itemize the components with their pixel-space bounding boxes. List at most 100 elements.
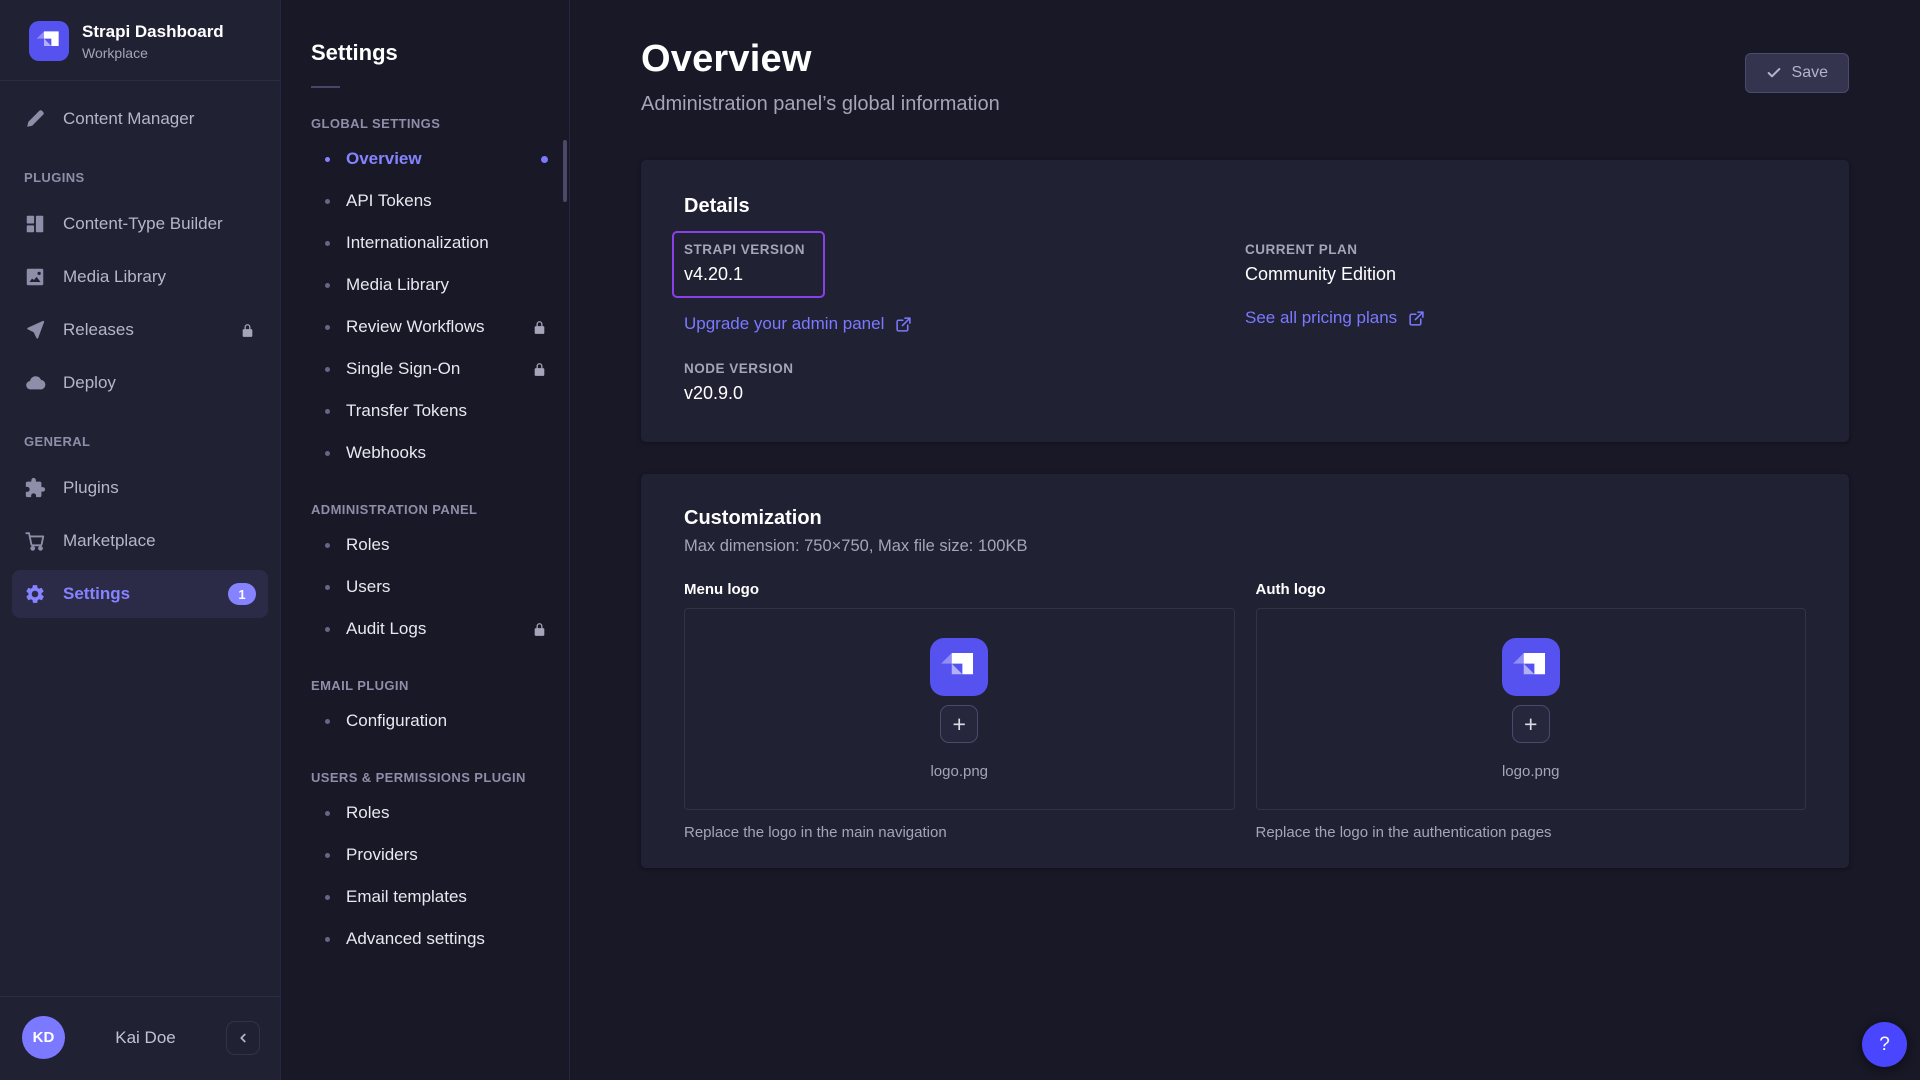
settings-item-providers[interactable]: Providers xyxy=(281,834,569,876)
settings-title-divider xyxy=(311,86,340,88)
save-button[interactable]: Save xyxy=(1745,53,1849,93)
bullet-icon xyxy=(325,853,330,858)
settings-section-label-global-settings: GLOBAL SETTINGS xyxy=(311,116,541,131)
settings-item-transfer-tokens[interactable]: Transfer Tokens xyxy=(281,390,569,432)
strapi-logo-icon xyxy=(1502,638,1560,696)
sidebar-item-content-manager[interactable]: Content Manager xyxy=(12,95,268,143)
workspace-title: Strapi Dashboard xyxy=(82,22,224,42)
sidebar-item-deploy[interactable]: Deploy xyxy=(12,359,268,407)
bullet-icon xyxy=(325,409,330,414)
sidebar-item-plugins[interactable]: Plugins xyxy=(12,464,268,512)
settings-item-internationalization[interactable]: Internationalization xyxy=(281,222,569,264)
settings-item-label: Advanced settings xyxy=(346,929,485,949)
main-sidebar: Strapi Dashboard Workplace Content Manag… xyxy=(0,0,281,1080)
check-icon xyxy=(1766,65,1782,81)
collapse-sidebar-button[interactable] xyxy=(226,1021,260,1055)
bullet-icon xyxy=(325,325,330,330)
page-header-text: Overview Administration panel’s global i… xyxy=(641,38,1000,116)
details-heading: Details xyxy=(684,195,1806,218)
strapi-version-value: v4.20.1 xyxy=(684,264,805,285)
sidebar-item-label: Plugins xyxy=(63,478,119,498)
settings-item-label: Overview xyxy=(346,149,422,169)
lock-icon xyxy=(531,621,548,638)
sidebar-item-label: Releases xyxy=(63,320,134,340)
bullet-icon xyxy=(325,283,330,288)
settings-item-advanced-settings[interactable]: Advanced settings xyxy=(281,918,569,960)
scrollbar-thumb[interactable] xyxy=(563,140,567,202)
settings-item-label: Media Library xyxy=(346,275,449,295)
sidebar-item-releases[interactable]: Releases xyxy=(12,306,268,354)
settings-sidebar: Settings GLOBAL SETTINGS Overview API Toke… xyxy=(281,0,570,1080)
user-name: Kai Doe xyxy=(65,1028,226,1048)
bullet-icon xyxy=(325,199,330,204)
settings-item-email-templates[interactable]: Email templates xyxy=(281,876,569,918)
settings-item-api-tokens[interactable]: API Tokens xyxy=(281,180,569,222)
upgrade-admin-panel-link[interactable]: Upgrade your admin panel xyxy=(684,314,912,334)
settings-item-label: Review Workflows xyxy=(346,317,485,337)
marketplace-icon xyxy=(24,530,46,552)
settings-item-webhooks[interactable]: Webhooks xyxy=(281,432,569,474)
settings-nav-sections: GLOBAL SETTINGS Overview API TokensInterna… xyxy=(281,116,569,960)
settings-item-review-workflows[interactable]: Review Workflows xyxy=(281,306,569,348)
settings-item-label: Single Sign-On xyxy=(346,359,460,379)
bullet-icon xyxy=(325,719,330,724)
sidebar-item-media-library[interactable]: Media Library xyxy=(12,253,268,301)
plus-icon: + xyxy=(1524,713,1537,736)
bullet-icon xyxy=(325,241,330,246)
settings-item-users[interactable]: Users xyxy=(281,566,569,608)
releases-icon xyxy=(24,319,46,341)
settings-item-label: Users xyxy=(346,577,390,597)
settings-item-roles[interactable]: Roles xyxy=(281,792,569,834)
sidebar-item-content-type-builder[interactable]: Content-Type Builder xyxy=(12,200,268,248)
nav-section-label-plugins: PLUGINS xyxy=(24,170,256,185)
workspace-brand[interactable]: Strapi Dashboard Workplace xyxy=(0,0,280,80)
node-version-value: v20.9.0 xyxy=(684,383,1245,404)
settings-sidebar-title: Settings xyxy=(311,40,569,66)
add-logo-button[interactable]: + xyxy=(1512,705,1550,743)
sidebar-item-marketplace[interactable]: Marketplace xyxy=(12,517,268,565)
bullet-icon xyxy=(325,585,330,590)
upgrade-link-label: Upgrade your admin panel xyxy=(684,314,884,334)
sidebar-item-label: Deploy xyxy=(63,373,116,393)
settings-item-overview[interactable]: Overview xyxy=(281,138,569,180)
sidebar-item-label: Content Manager xyxy=(63,109,194,129)
pricing-link-label: See all pricing plans xyxy=(1245,308,1397,328)
settings-item-media-library[interactable]: Media Library xyxy=(281,264,569,306)
bullet-icon xyxy=(325,543,330,548)
deploy-icon xyxy=(24,372,46,394)
settings-item-label: Roles xyxy=(346,803,389,823)
customization-subheading: Max dimension: 750×750, Max file size: 1… xyxy=(684,537,1806,556)
notification-dot xyxy=(541,156,548,163)
strapi-logo-icon xyxy=(29,21,69,61)
help-button[interactable]: ? xyxy=(1862,1022,1907,1067)
settings-item-audit-logs[interactable]: Audit Logs xyxy=(281,608,569,650)
sidebar-item-settings[interactable]: Settings 1 xyxy=(12,570,268,618)
node-version-label: NODE VERSION xyxy=(684,361,1245,376)
sidebar-item-label: Settings xyxy=(63,584,130,604)
logos-grid: Menu logo + logo.png xyxy=(684,581,1806,841)
settings-item-roles[interactable]: Roles xyxy=(281,524,569,566)
menu-logo-uploader[interactable]: + logo.png xyxy=(684,608,1235,810)
settings-item-label: Webhooks xyxy=(346,443,426,463)
strapi-version-highlight-box: STRAPI VERSION v4.20.1 xyxy=(672,231,825,298)
sidebar-nav: Content Manager PLUGINS Content-Type Build… xyxy=(0,81,280,996)
auth-logo-uploader[interactable]: + logo.png xyxy=(1256,608,1807,810)
strapi-version-label: STRAPI VERSION xyxy=(684,242,805,257)
settings-item-single-sign-on[interactable]: Single Sign-On xyxy=(281,348,569,390)
plus-icon: + xyxy=(953,713,966,736)
user-avatar[interactable]: KD xyxy=(22,1016,65,1059)
sidebar-item-label: Marketplace xyxy=(63,531,156,551)
details-card: Details STRAPI VERSION v4.20.1 Upgrade y… xyxy=(641,160,1849,442)
logo-file-name: logo.png xyxy=(1502,763,1560,780)
add-logo-button[interactable]: + xyxy=(940,705,978,743)
plugins-icon xyxy=(24,477,46,499)
sidebar-item-label: Media Library xyxy=(63,267,166,287)
settings-item-configuration[interactable]: Configuration xyxy=(281,700,569,742)
pricing-plans-link[interactable]: See all pricing plans xyxy=(1245,308,1425,328)
sidebar-item-label: Content-Type Builder xyxy=(63,214,223,234)
bullet-icon xyxy=(325,451,330,456)
auth-logo-label: Auth logo xyxy=(1256,581,1807,598)
question-mark-icon: ? xyxy=(1879,1034,1890,1056)
settings-item-label: Transfer Tokens xyxy=(346,401,467,421)
notifications-badge: 1 xyxy=(228,583,256,605)
